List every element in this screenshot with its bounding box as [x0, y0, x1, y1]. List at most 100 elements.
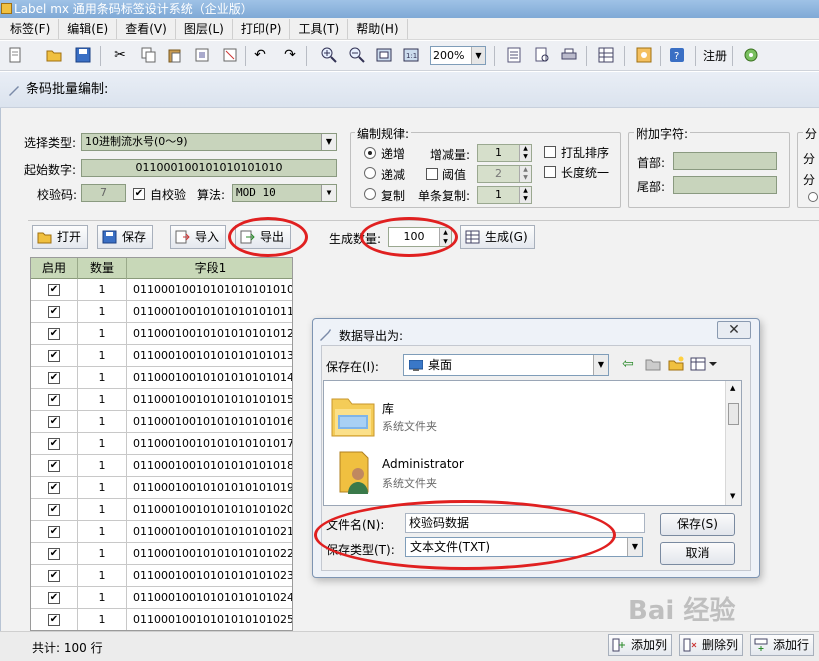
- cell-qty[interactable]: 1: [78, 521, 127, 543]
- row-enabled-checkbox[interactable]: ✔: [48, 460, 60, 472]
- scroll-up-icon[interactable]: ▲: [730, 384, 735, 392]
- dialog-cancel-button[interactable]: 取消: [660, 542, 735, 565]
- row-enabled-checkbox[interactable]: ✔: [48, 482, 60, 494]
- menu-tools[interactable]: 工具(T): [290, 18, 349, 39]
- table-row[interactable]: ✔ 1 011000100101010101010169: [31, 411, 292, 433]
- cell-field1[interactable]: 011000100101010101010169: [127, 411, 292, 433]
- user-folder-icon[interactable]: [330, 448, 376, 499]
- cell-qty[interactable]: 1: [78, 345, 127, 367]
- row-enabled-checkbox[interactable]: ✔: [48, 438, 60, 450]
- duplicate-icon[interactable]: [191, 44, 213, 66]
- cell-field1[interactable]: 011000100101010101010206: [127, 499, 292, 521]
- cell-field1[interactable]: 011000100101010101010138: [127, 345, 292, 367]
- zoom-out-icon[interactable]: [346, 44, 368, 66]
- cell-field1[interactable]: 011000100101010101010213: [127, 521, 292, 543]
- table-row[interactable]: ✔ 1 011000100101010101010114: [31, 301, 292, 323]
- menu-print[interactable]: 打印(P): [233, 18, 291, 39]
- file-item-name[interactable]: 库: [382, 400, 394, 417]
- table-row[interactable]: ✔ 1 011000100101010101010121: [31, 323, 292, 345]
- scroll-down-icon[interactable]: ▼: [730, 492, 735, 500]
- menu-view[interactable]: 查看(V): [117, 18, 176, 39]
- delete-column-button[interactable]: 删除列: [679, 634, 744, 656]
- cell-field1[interactable]: 011000100101010101010237: [127, 565, 292, 587]
- copy-icon[interactable]: [138, 44, 160, 66]
- add-row-button[interactable]: 添加行: [750, 634, 815, 656]
- row-enabled-checkbox[interactable]: ✔: [48, 284, 60, 296]
- cell-qty[interactable]: 1: [78, 543, 127, 565]
- row-enabled-checkbox[interactable]: ✔: [48, 592, 60, 604]
- fit-page-icon[interactable]: [373, 44, 395, 66]
- threshold-checkbox[interactable]: [426, 168, 438, 180]
- grid-icon[interactable]: [595, 44, 617, 66]
- spinner-arrows-icon[interactable]: ▲ ▼: [519, 145, 531, 161]
- single-copy-spinner[interactable]: 1 ▲ ▼: [477, 186, 532, 204]
- view-menu-icon[interactable]: [690, 357, 720, 374]
- table-row[interactable]: ✔ 1 011000100101010101010206: [31, 499, 292, 521]
- cell-field1[interactable]: 011000100101010101010145: [127, 367, 292, 389]
- row-enabled-checkbox[interactable]: ✔: [48, 526, 60, 538]
- open-folder-icon[interactable]: [43, 44, 65, 66]
- file-item-name[interactable]: Administrator: [382, 457, 464, 471]
- table-row[interactable]: ✔ 1 011000100101010101010145: [31, 367, 292, 389]
- cell-qty[interactable]: 1: [78, 609, 127, 630]
- cell-qty[interactable]: 1: [78, 565, 127, 587]
- cell-qty[interactable]: 1: [78, 367, 127, 389]
- settings-icon[interactable]: [633, 44, 655, 66]
- row-enabled-checkbox[interactable]: ✔: [48, 328, 60, 340]
- file-list-scrollbar[interactable]: ▲ ▼: [725, 381, 741, 505]
- cell-qty[interactable]: 1: [78, 433, 127, 455]
- step-spinner[interactable]: 1 ▲ ▼: [477, 144, 532, 162]
- menu-label[interactable]: 标签(F): [2, 18, 60, 39]
- row-enabled-checkbox[interactable]: ✔: [48, 350, 60, 362]
- cell-field1[interactable]: 011000100101010101010183: [127, 455, 292, 477]
- cell-field1[interactable]: 011000100101010101010190: [127, 477, 292, 499]
- cell-field1[interactable]: 011000100101010101010121: [127, 323, 292, 345]
- paste-icon[interactable]: [164, 44, 186, 66]
- table-row[interactable]: ✔ 1 011000100101010101010190: [31, 477, 292, 499]
- zoom-select[interactable]: 200% ▼: [430, 46, 486, 65]
- print-preview-icon[interactable]: [531, 44, 553, 66]
- spinner-arrows-icon[interactable]: ▲ ▼: [519, 166, 531, 182]
- menu-layer[interactable]: 图层(L): [176, 18, 233, 39]
- cell-field1[interactable]: 011000100101010101010107: [127, 279, 292, 301]
- cell-field1[interactable]: 011000100101010101010176: [127, 433, 292, 455]
- menu-help[interactable]: 帮助(H): [348, 18, 408, 39]
- save-button[interactable]: 保存: [97, 225, 154, 249]
- start-number-field[interactable]: 011000100101010101010: [81, 159, 337, 177]
- row-enabled-checkbox[interactable]: ✔: [48, 372, 60, 384]
- help-icon[interactable]: ?: [666, 44, 688, 66]
- cut-icon[interactable]: ✂: [109, 44, 131, 66]
- table-row[interactable]: ✔ 1 011000100101010101010152: [31, 389, 292, 411]
- redo-icon[interactable]: ↷: [279, 44, 301, 66]
- import-button[interactable]: 导入: [170, 225, 227, 249]
- zoom-in-icon[interactable]: [318, 44, 340, 66]
- new-folder-icon[interactable]: [668, 356, 684, 374]
- table-row[interactable]: ✔ 1 011000100101010101010138: [31, 345, 292, 367]
- auto-check-checkbox[interactable]: ✔: [133, 188, 145, 200]
- cell-qty[interactable]: 1: [78, 477, 127, 499]
- row-enabled-checkbox[interactable]: ✔: [48, 394, 60, 406]
- table-row[interactable]: ✔ 1 011000100101010101010107: [31, 279, 292, 301]
- cell-field1[interactable]: 011000100101010101010251: [127, 609, 292, 630]
- table-row[interactable]: ✔ 1 011000100101010101010176: [31, 433, 292, 455]
- save-in-dropdown[interactable]: 桌面 ▼: [403, 354, 609, 376]
- cell-field1[interactable]: 011000100101010101010114: [127, 301, 292, 323]
- cell-qty[interactable]: 1: [78, 301, 127, 323]
- suffix-field[interactable]: [673, 176, 777, 194]
- cell-qty[interactable]: 1: [78, 323, 127, 345]
- uniform-length-checkbox[interactable]: [544, 166, 556, 178]
- save-disk-icon[interactable]: [72, 44, 94, 66]
- library-icon[interactable]: [330, 393, 376, 442]
- threshold-spinner[interactable]: 2 ▲ ▼: [477, 165, 532, 183]
- scrollbar-thumb[interactable]: [728, 403, 739, 425]
- row-enabled-checkbox[interactable]: ✔: [48, 504, 60, 516]
- printer-icon[interactable]: [558, 44, 580, 66]
- algorithm-dropdown[interactable]: MOD 10 ▼: [232, 184, 337, 202]
- add-column-button[interactable]: 添加列: [608, 634, 673, 656]
- column-header-field1[interactable]: 字段1: [127, 258, 292, 279]
- cell-qty[interactable]: 1: [78, 411, 127, 433]
- new-file-icon[interactable]: [4, 44, 26, 66]
- row-enabled-checkbox[interactable]: ✔: [48, 306, 60, 318]
- split-radio[interactable]: [808, 192, 818, 202]
- cell-field1[interactable]: 011000100101010101010152: [127, 389, 292, 411]
